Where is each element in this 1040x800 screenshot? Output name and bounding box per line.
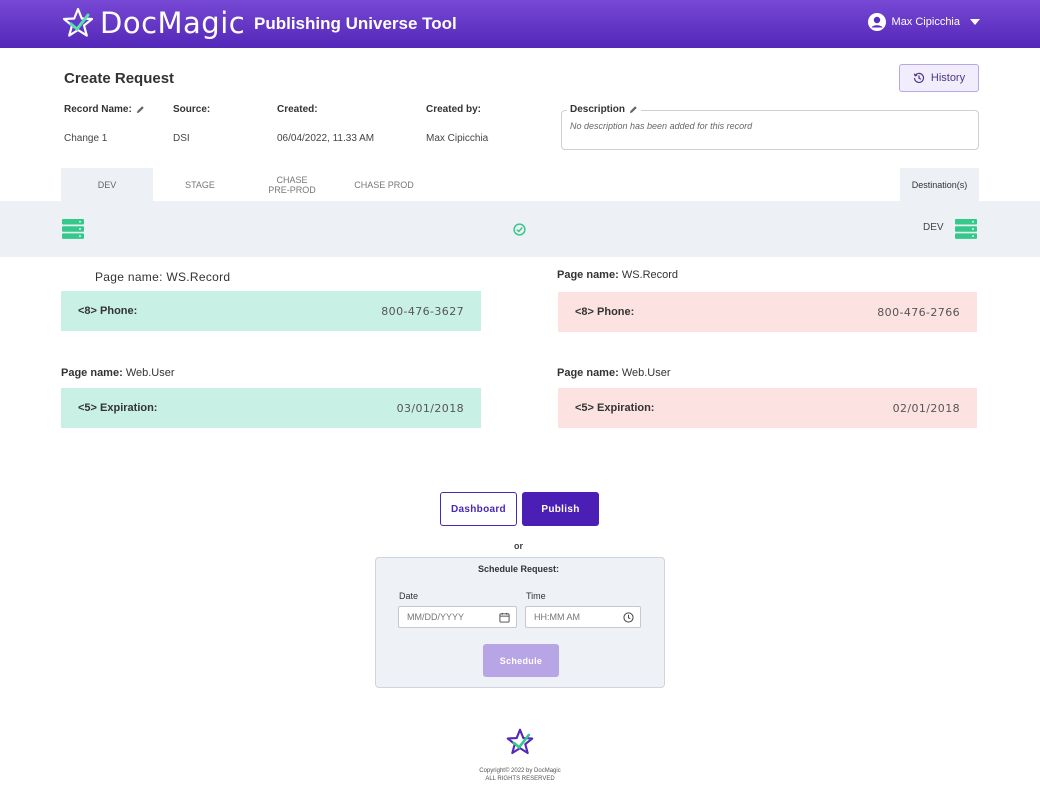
- field-name: <5> Expiration:: [78, 402, 158, 414]
- schedule-button[interactable]: Schedule: [483, 644, 559, 677]
- record-name-label: Record Name:: [64, 104, 145, 115]
- copyright-line-1: Copyright© 2022 by DocMagic: [479, 768, 561, 774]
- page-name-value: Web.User: [621, 367, 671, 379]
- brand-name: DocMagic: [100, 6, 246, 40]
- copyright-line-2: ALL RIGHTS RESERVED: [485, 776, 555, 782]
- date-field[interactable]: [398, 606, 517, 628]
- page-name-value: WS.Record: [621, 269, 679, 281]
- source-page-name: Page name: Web.User: [61, 367, 175, 379]
- date-input[interactable]: [407, 612, 487, 622]
- destination-field-value: 02/01/2018: [892, 401, 960, 415]
- tab-chase-prod[interactable]: CHASE PROD: [344, 168, 424, 201]
- check-circle-icon: [513, 223, 526, 236]
- or-separator: or: [514, 541, 523, 551]
- copyright: Copyright© 2022 by DocMagic ALL RIGHTS R…: [440, 767, 600, 783]
- destination-page-name: Page name: Web.User: [557, 367, 671, 379]
- description-label-text: Description: [570, 104, 626, 115]
- publish-button[interactable]: Publish: [522, 492, 599, 526]
- source-page-name: Page name: WS.Record: [95, 270, 230, 284]
- tab-stage[interactable]: STAGE: [160, 168, 240, 201]
- clock-icon[interactable]: [623, 611, 634, 623]
- field-name: <5> Expiration:: [575, 402, 655, 414]
- record-name-label-text: Record Name:: [64, 104, 132, 115]
- source-server-icon: [62, 219, 84, 239]
- destination-field-row: <8> Phone: 800-476-2766: [558, 292, 977, 332]
- user-menu[interactable]: Max Cipicchia: [867, 13, 980, 31]
- page-name-label: Page name:: [61, 367, 123, 379]
- description-label: Description: [567, 104, 642, 115]
- source-field-value: 03/01/2018: [396, 401, 464, 415]
- description-text: No description has been added for this r…: [570, 121, 753, 131]
- field-name: <8> Phone:: [78, 305, 138, 317]
- tab-chase-pre-prod[interactable]: CHASE PRE-PROD: [252, 168, 332, 201]
- date-label: Date: [399, 591, 419, 601]
- history-icon: [913, 72, 924, 84]
- source-field-value: 800-476-3627: [381, 304, 464, 318]
- source-field-row: <5> Expiration: 03/01/2018: [61, 388, 481, 428]
- destinations-tab[interactable]: Destination(s): [900, 168, 979, 201]
- user-avatar-icon: [867, 13, 886, 31]
- destination-name: DEV: [923, 222, 944, 233]
- user-name: Max Cipicchia: [891, 16, 960, 28]
- field-name: <8> Phone:: [575, 306, 635, 318]
- tab-dev[interactable]: DEV: [61, 168, 153, 201]
- app-title: Publishing Universe Tool: [254, 14, 457, 33]
- history-button[interactable]: History: [899, 64, 979, 92]
- destination-field-value: 800-476-2766: [877, 305, 960, 319]
- schedule-title: Schedule Request:: [478, 564, 560, 574]
- time-field[interactable]: [525, 606, 641, 628]
- destination-field-row: <5> Expiration: 02/01/2018: [558, 388, 977, 428]
- source-value: DSI: [173, 133, 190, 144]
- docmagic-logo[interactable]: DocMagic: [62, 7, 245, 39]
- created-by-value: Max Cipicchia: [426, 133, 489, 144]
- source-label: Source:: [173, 104, 211, 115]
- source-field-row: <8> Phone: 800-476-3627: [61, 291, 481, 331]
- chevron-down-icon: [970, 19, 980, 25]
- page-name-label: Page name:: [557, 269, 619, 281]
- page-name-label: Page name:: [95, 270, 163, 284]
- docmagic-star-icon: [506, 728, 534, 755]
- pencil-icon[interactable]: [136, 105, 145, 114]
- page-name-value: WS.Record: [166, 270, 231, 284]
- pencil-icon[interactable]: [629, 105, 638, 114]
- page-title: Create Request: [64, 70, 175, 87]
- page-name-value: Web.User: [125, 367, 175, 379]
- time-input[interactable]: [534, 612, 614, 622]
- top-bar: DocMagic Publishing Universe Tool Max Ci…: [0, 0, 1040, 48]
- destination-server-icon: [955, 219, 977, 239]
- created-value: 06/04/2022, 11.33 AM: [277, 133, 375, 144]
- history-label: History: [930, 72, 966, 84]
- page-name-label: Page name:: [557, 367, 619, 379]
- dashboard-button[interactable]: Dashboard: [440, 492, 517, 526]
- calendar-icon[interactable]: [499, 612, 510, 623]
- created-by-label: Created by:: [426, 104, 482, 115]
- time-label: Time: [526, 591, 546, 601]
- star-logo-icon: [62, 7, 94, 37]
- destination-page-name: Page name: WS.Record: [557, 269, 678, 281]
- created-label: Created:: [277, 104, 318, 115]
- record-name-value: Change 1: [64, 133, 108, 144]
